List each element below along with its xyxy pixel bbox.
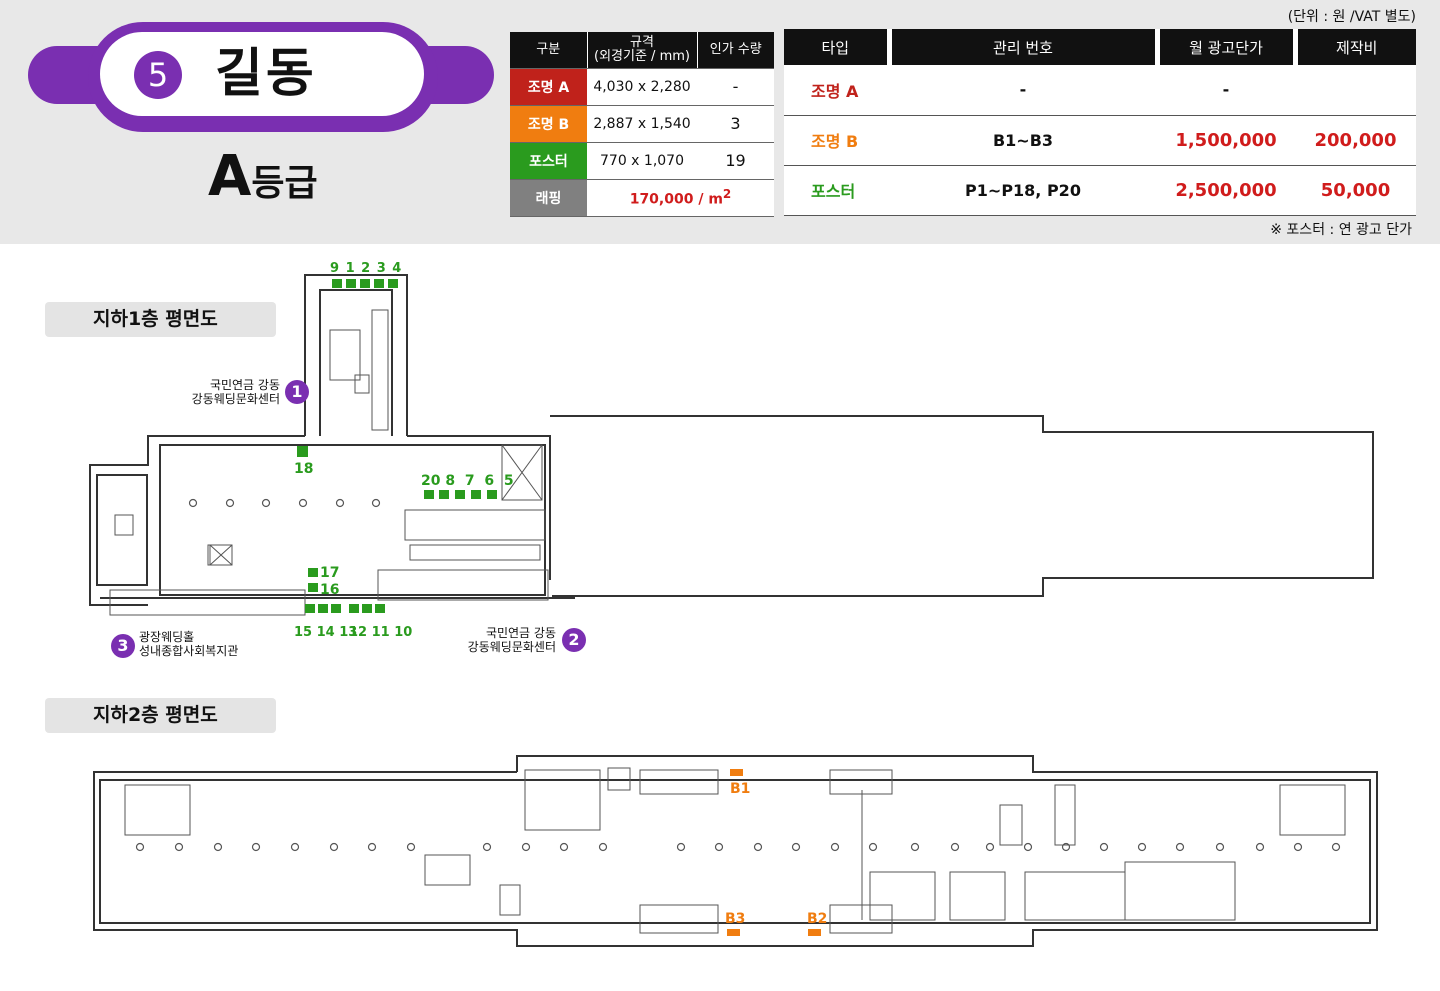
poster-number-17: 17 xyxy=(320,565,340,581)
exit1-line1: 국민연금 강동 xyxy=(209,378,280,392)
exit2-marker: 2 xyxy=(562,628,586,652)
poster-numbers-bottom-left: 15 14 13 xyxy=(294,625,358,640)
exit2-description: 국민연금 강동 강동웨딩문화센터 xyxy=(440,626,556,654)
exit3-marker: 3 xyxy=(111,634,135,658)
exit3-line2: 성내종합사회복지관 xyxy=(139,644,239,658)
poster-numbers-top: 9 1 2 3 4 xyxy=(330,261,403,276)
exit3-line1: 광장웨딩홀 xyxy=(139,630,195,644)
lightbox-b2-label: B2 xyxy=(807,911,828,927)
floor1-columns xyxy=(188,498,381,508)
exit1-marker: 1 xyxy=(285,380,309,404)
poster-number-16: 16 xyxy=(320,582,340,598)
exit2-line1: 국민연금 강동 xyxy=(485,626,556,640)
exit3-description: 광장웨딩홀 성내종합사회복지관 xyxy=(139,630,259,658)
floor2-label: 지하2층 평면도 xyxy=(45,698,276,733)
exit1-line2: 강동웨딩문화센터 xyxy=(191,392,280,406)
poster-numbers-mid: 20 8 7 6 5 xyxy=(421,473,514,489)
poster-numbers-bottom-right: 12 11 10 xyxy=(349,625,413,640)
lightbox-b1-label: B1 xyxy=(730,781,751,797)
floor1-label: 지하1층 평면도 xyxy=(45,302,276,337)
floor-plans xyxy=(89,274,1378,947)
floor1-outline xyxy=(89,274,1374,606)
floor2-columns xyxy=(135,842,1341,852)
lightbox-b3-label: B3 xyxy=(725,911,746,927)
poster-number-18: 18 xyxy=(294,461,314,477)
exit1-description: 국민연금 강동 강동웨딩문화센터 xyxy=(168,378,280,406)
exit2-line2: 강동웨딩문화센터 xyxy=(467,640,556,654)
